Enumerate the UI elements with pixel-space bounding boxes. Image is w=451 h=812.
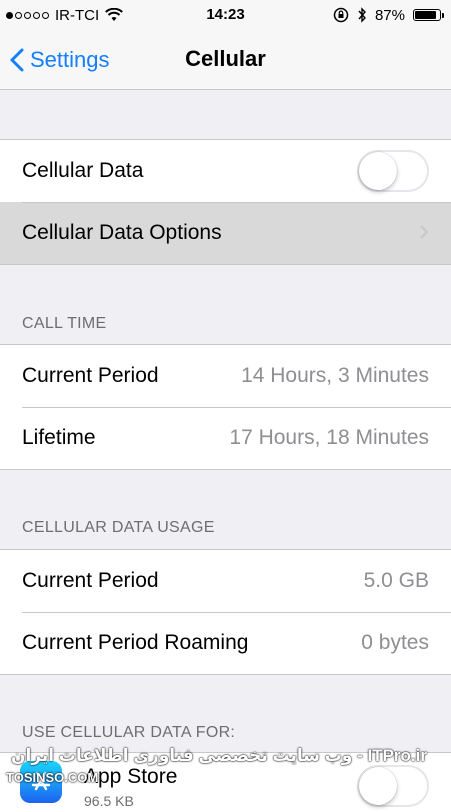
call-time-current-label: Current Period	[22, 364, 159, 387]
usage-current-label: Current Period	[22, 569, 159, 592]
status-right: 87%	[333, 5, 444, 25]
usage-roaming-label: Current Period Roaming	[22, 631, 249, 654]
rotation-lock-icon	[333, 7, 349, 23]
data-usage-group: Current Period 5.0 GB Current Period Roa…	[0, 549, 451, 675]
app-store-cellular-toggle[interactable]	[357, 765, 429, 807]
navigation-bar: Settings Cellular	[0, 30, 451, 90]
data-usage-header: CELLULAR DATA USAGE	[22, 519, 215, 536]
app-data-size: 96.5 KB	[84, 793, 134, 809]
usage-roaming-value: 0 bytes	[361, 631, 429, 654]
list-item: Lifetime 17 Hours, 18 Minutes	[0, 407, 451, 469]
bluetooth-icon	[358, 7, 366, 23]
call-time-current-value: 14 Hours, 3 Minutes	[241, 364, 429, 387]
cellular-data-label: Cellular Data	[22, 159, 144, 182]
cellular-data-row: Cellular Data	[0, 140, 451, 202]
call-time-header: CALL TIME	[22, 315, 107, 332]
usage-current-value: 5.0 GB	[363, 569, 429, 592]
toggle-knob	[359, 152, 397, 190]
call-time-lifetime-value: 17 Hours, 18 Minutes	[229, 426, 429, 449]
use-for-header: USE CELLULAR DATA FOR:	[22, 724, 236, 741]
cellular-data-options-label: Cellular Data Options	[22, 221, 222, 244]
call-time-lifetime-label: Lifetime	[22, 426, 96, 449]
battery-icon	[413, 9, 444, 21]
list-item: Current Period Roaming 0 bytes	[0, 612, 451, 674]
toggle-knob	[359, 767, 397, 805]
list-item: Current Period 14 Hours, 3 Minutes	[0, 345, 451, 407]
cellular-data-toggle[interactable]	[357, 150, 429, 192]
page-title: Cellular	[185, 46, 266, 71]
status-bar: IR-TCI 14:23 87%	[0, 0, 451, 30]
list-item: Current Period 5.0 GB	[0, 550, 451, 612]
battery-percent: 87%	[374, 6, 405, 24]
chevron-right-icon	[419, 220, 429, 246]
watermark-tosinso: TOSINSO.COM	[6, 770, 99, 785]
cellular-data-group: Cellular Data Cellular Data Options	[0, 139, 451, 265]
cellular-data-options-row[interactable]: Cellular Data Options	[0, 202, 451, 264]
call-time-group: Current Period 14 Hours, 3 Minutes Lifet…	[0, 344, 451, 470]
watermark-itpro: ITPro.ir - وب سایت تخصصی فناوری اطلاعات …	[10, 746, 427, 765]
